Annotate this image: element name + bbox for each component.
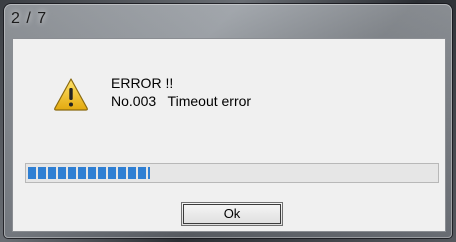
window-title: 2 / 7 xyxy=(11,10,48,27)
progress-fill xyxy=(28,167,150,179)
error-detail: No.003 Timeout error xyxy=(111,93,252,109)
dialog-body: ERROR !! No.003 Timeout error Ok xyxy=(12,38,446,232)
title-bar[interactable]: 2 / 7 xyxy=(4,4,452,36)
dialog-window: 2 / 7 ERROR !! No.003 Timeout error Ok xyxy=(4,4,452,238)
ok-button[interactable]: Ok xyxy=(181,202,283,226)
progress-bar xyxy=(25,163,439,183)
error-heading: ERROR !! xyxy=(111,75,174,91)
warning-icon xyxy=(53,77,89,111)
